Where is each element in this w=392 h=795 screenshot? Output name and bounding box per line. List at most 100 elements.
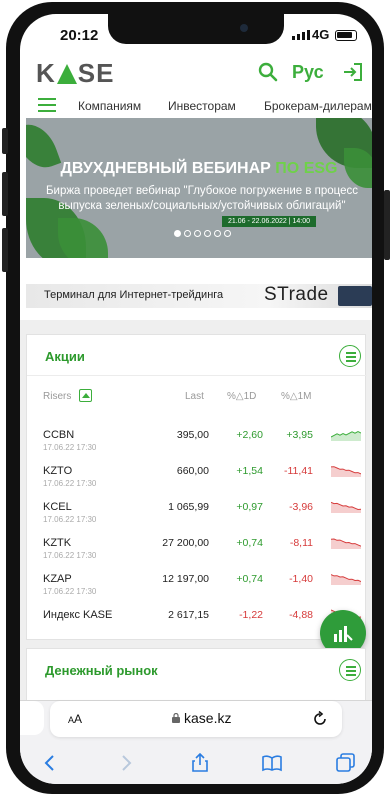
table-row[interactable]: CCBN 17.06.22 17:30 395,00 +2,60 +3,95 <box>27 429 367 465</box>
previous-tab-edge[interactable] <box>20 701 44 735</box>
sparkline <box>331 466 361 477</box>
carousel-dot[interactable] <box>174 230 181 237</box>
sparkline <box>331 431 361 441</box>
sparkline <box>331 501 361 513</box>
list-icon[interactable] <box>339 659 361 681</box>
kase-logo[interactable]: K SE <box>36 58 114 89</box>
banner-date: 21.06 - 22.06.2022 | 14:00 <box>222 216 316 227</box>
logo-triangle-icon <box>56 63 77 84</box>
promo-banner[interactable]: ДВУХДНЕВНЫЙ ВЕБИНАР ПО ESG Биржа проведе… <box>26 118 372 258</box>
browser-toolbar: AAAA kase.kz <box>20 700 372 784</box>
last-price: 12 197,00 <box>162 573 209 585</box>
lock-icon <box>172 713 180 723</box>
side-button-silent <box>2 128 8 154</box>
change-1m: -11,41 <box>284 465 313 477</box>
battery-icon <box>335 30 357 41</box>
search-icon[interactable] <box>258 62 278 82</box>
side-button-power <box>384 190 390 260</box>
ticker[interactable]: KCEL <box>43 501 72 513</box>
url-text[interactable]: kase.kz <box>184 710 231 726</box>
tabs-icon[interactable] <box>336 753 356 773</box>
login-icon[interactable] <box>342 61 364 83</box>
ticker[interactable]: CCBN <box>43 429 74 441</box>
change-1m: -4,88 <box>289 609 313 621</box>
divider <box>27 375 367 376</box>
menu-icon[interactable] <box>38 98 56 112</box>
change-1m: -3,96 <box>289 501 313 513</box>
sort-up-icon[interactable] <box>79 389 92 402</box>
stocks-title[interactable]: Акции <box>45 349 85 364</box>
change-1m: -8,11 <box>289 537 313 549</box>
last-price: 2 617,15 <box>168 609 209 621</box>
col-last: Last <box>185 391 204 402</box>
strade-logo: STrade <box>264 284 329 305</box>
col-change-1m: %△1M <box>281 391 312 402</box>
money-market-title[interactable]: Денежный рынок <box>45 663 158 678</box>
side-button-volume-up <box>2 172 8 216</box>
change-1d: -1,22 <box>239 609 263 621</box>
quote-date: 17.06.22 17:30 <box>43 515 97 524</box>
reload-icon[interactable] <box>312 711 328 727</box>
sparkline <box>331 538 361 549</box>
leaf-decoration <box>58 218 108 258</box>
address-bar[interactable]: AAAA kase.kz <box>50 701 342 737</box>
change-1m: +3,95 <box>286 429 313 441</box>
strade-text: Терминал для Интернет-трейдинга <box>44 289 224 301</box>
chart-icon <box>334 626 353 642</box>
change-1d: +0,97 <box>236 501 263 513</box>
change-1d: +0,74 <box>236 537 263 549</box>
browser-nav <box>20 749 372 779</box>
list-icon[interactable] <box>339 345 361 367</box>
quote-date: 17.06.22 17:30 <box>43 479 97 488</box>
table-row[interactable]: KCEL 17.06.22 17:30 1 065,99 +0,97 -3,96 <box>27 501 367 537</box>
screen: 20:12 4G K SE Рус Компаниям Инвесторам Б… <box>20 14 372 784</box>
notch <box>108 14 284 44</box>
ticker[interactable]: KZAP <box>43 573 72 585</box>
strade-banner[interactable]: Терминал для Интернет-трейдинга STrade <box>26 284 372 308</box>
last-price: 27 200,00 <box>162 537 209 549</box>
table-row[interactable]: KZTK 17.06.22 17:30 27 200,00 +0,74 -8,11 <box>27 537 367 573</box>
carousel-dot[interactable] <box>204 230 211 237</box>
col-risers: Risers <box>43 391 72 402</box>
table-row[interactable]: KZTO 17.06.22 17:30 660,00 +1,54 -11,41 <box>27 465 367 501</box>
carousel-dot[interactable] <box>214 230 221 237</box>
ticker[interactable]: KZTO <box>43 465 72 477</box>
change-1d: +0,74 <box>236 573 263 585</box>
carousel-dot[interactable] <box>184 230 191 237</box>
last-price: 1 065,99 <box>168 501 209 513</box>
signal-icon <box>292 30 310 40</box>
money-market-card: Денежный рынок <box>26 648 366 708</box>
camera <box>240 24 248 32</box>
carousel-dots[interactable] <box>174 230 231 237</box>
forward-icon[interactable] <box>116 753 136 773</box>
banner-subtitle: Биржа проведет вебинар "Глубокое погруже… <box>45 185 359 212</box>
banner-title: ДВУХДНЕВНЫЙ ВЕБИНАР ПО ESG <box>26 160 372 178</box>
logo-text-end: SE <box>77 58 115 88</box>
network-type: 4G <box>312 27 330 42</box>
change-1d: +1,54 <box>236 465 263 477</box>
last-price: 660,00 <box>176 465 209 477</box>
stocks-card: Акции Risers Last %△1D %△1M CCBN 17.06.22… <box>26 334 367 640</box>
nav-investors[interactable]: Инвесторам <box>168 99 236 113</box>
side-button-volume-down <box>2 228 8 272</box>
change-1d: +2,60 <box>236 429 263 441</box>
language-switch[interactable]: Рус <box>292 62 324 83</box>
bookmarks-icon[interactable] <box>262 753 282 773</box>
nav-companies[interactable]: Компаниям <box>78 99 141 113</box>
change-1m: -1,40 <box>289 573 313 585</box>
table-row[interactable]: Индекс KASE 2 617,15 -1,22 -4,88 <box>27 609 367 645</box>
phone-frame: 20:12 4G K SE Рус Компаниям Инвесторам Б… <box>0 0 392 795</box>
ticker[interactable]: KZTK <box>43 537 71 549</box>
carousel-dot[interactable] <box>224 230 231 237</box>
quote-date: 17.06.22 17:30 <box>43 551 97 560</box>
back-icon[interactable] <box>40 753 60 773</box>
col-change-1d: %△1D <box>227 391 257 402</box>
carousel-dot[interactable] <box>194 230 201 237</box>
sparkline <box>331 574 361 585</box>
nav-brokers[interactable]: Брокерам-дилерам <box>264 99 372 113</box>
ticker[interactable]: Индекс KASE <box>43 609 112 621</box>
share-icon[interactable] <box>190 753 210 773</box>
text-size-button[interactable]: AAAA <box>68 712 82 726</box>
table-row[interactable]: KZAP 17.06.22 17:30 12 197,00 +0,74 -1,40 <box>27 573 367 609</box>
last-price: 395,00 <box>176 429 209 441</box>
